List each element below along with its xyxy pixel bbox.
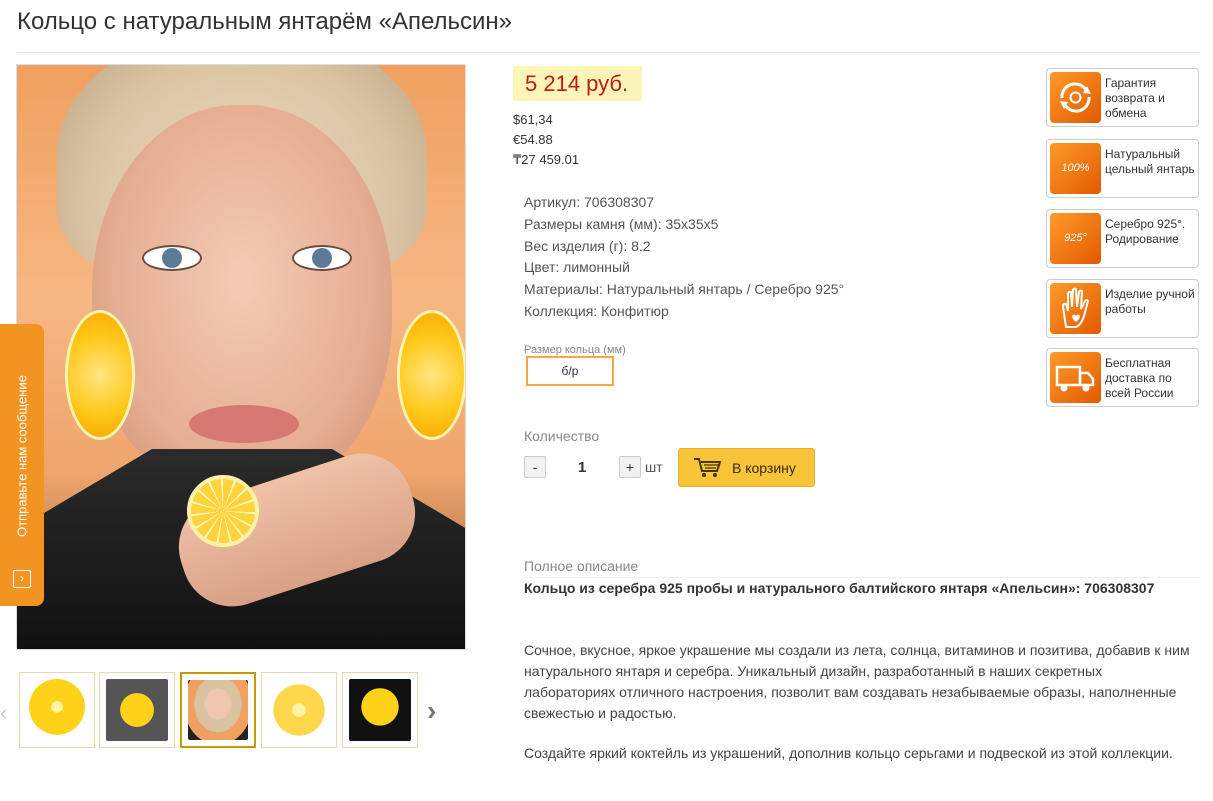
product-price: 5 214 руб. xyxy=(525,71,629,96)
property-row: Материалы: Натуральный янтарь / Серебро … xyxy=(524,281,845,298)
main-product-photo[interactable] xyxy=(16,64,466,650)
photo-eye-right xyxy=(292,245,352,271)
natural-amber-100-icon: 100% xyxy=(1050,143,1101,194)
description-paragraph: Создайте яркий коктейль из украшений, до… xyxy=(524,745,1173,761)
quantity-input[interactable] xyxy=(552,456,612,478)
price-kzt: ₸27 459.01 xyxy=(513,152,580,167)
title-divider xyxy=(17,52,1200,53)
quantity-label: Количество xyxy=(524,428,600,444)
description-heading: Кольцо из серебра 925 пробы и натурально… xyxy=(524,580,1155,596)
badge-natural-amber: 100% Натуральный цельный янтарь xyxy=(1046,139,1199,198)
property-row: Артикул: 706308307 xyxy=(524,194,655,210)
thumbnail-image xyxy=(26,679,88,741)
photo-lips xyxy=(189,405,299,443)
description-label: Полное описание xyxy=(524,558,639,574)
cart-icon xyxy=(694,458,722,477)
handmade-icon xyxy=(1050,283,1101,334)
ring-size-option[interactable]: б/р xyxy=(526,356,614,386)
add-to-cart-label: В корзину xyxy=(732,460,796,476)
thumbnail-4[interactable] xyxy=(261,672,337,748)
quantity-unit: шт xyxy=(645,459,663,475)
thumbnail-2[interactable] xyxy=(99,672,175,748)
thumbnail-image xyxy=(106,679,168,741)
add-to-cart-button[interactable]: В корзину xyxy=(678,448,815,487)
quantity-decrease-button[interactable]: - xyxy=(524,456,546,478)
delivery-truck-icon xyxy=(1050,352,1101,403)
badge-free-delivery: Бесплатная доставка по всей России xyxy=(1046,348,1199,407)
photo-earring-left xyxy=(65,310,135,440)
quantity-increase-button[interactable]: + xyxy=(619,456,641,478)
photo-earring-right xyxy=(397,310,465,440)
message-icon: › xyxy=(13,570,31,588)
thumbnail-3[interactable] xyxy=(180,672,256,748)
photo-ring xyxy=(187,475,259,547)
chevron-right-icon[interactable]: › xyxy=(427,695,436,727)
property-row: Размеры камня (мм): 35х35х5 xyxy=(524,215,719,232)
badge-text: Серебро 925°. Родирование xyxy=(1105,217,1186,246)
price-usd: $61,34 xyxy=(513,112,553,127)
property-row: Коллекция: Конфитюр xyxy=(524,302,669,319)
badge-text: Гарантия возврата и обмена xyxy=(1105,76,1165,120)
badge-text: Натуральный цельный янтарь xyxy=(1105,147,1195,176)
badge-return-exchange: Гарантия возврата и обмена xyxy=(1046,68,1199,127)
badge-text: Бесплатная доставка по всей России xyxy=(1105,356,1174,400)
thumbnail-image xyxy=(349,679,411,741)
thumbnail-image xyxy=(268,679,330,741)
thumbnail-image xyxy=(188,680,248,740)
thumbnail-5[interactable] xyxy=(342,672,418,748)
feedback-tab[interactable]: Отправьте нам сообщение › xyxy=(0,324,44,606)
property-row: Цвет: лимонный xyxy=(524,259,630,276)
badge-handmade: Изделие ручной работы xyxy=(1046,279,1199,338)
badge-text: Изделие ручной работы xyxy=(1105,287,1195,316)
thumbnail-1[interactable] xyxy=(19,672,95,748)
return-exchange-icon xyxy=(1050,72,1101,123)
page-title: Кольцо с натуральным янтарём «Апельсин» xyxy=(17,8,513,35)
silver-925-icon: 925° xyxy=(1050,213,1101,264)
property-row: Вес изделия (г): 8.2 xyxy=(524,237,651,254)
chevron-left-icon[interactable]: ‹ xyxy=(0,700,7,726)
badge-silver-925: 925° Серебро 925°. Родирование xyxy=(1046,209,1199,268)
feedback-label: Отправьте нам сообщение xyxy=(14,375,30,537)
product-properties: Артикул: 706308307 Размеры камня (мм): 3… xyxy=(524,192,844,323)
description-paragraph: Сочное, вкусное, яркое украшение мы созд… xyxy=(524,642,1190,721)
ring-size-label: Размер кольца (мм) xyxy=(524,344,626,356)
photo-eye-left xyxy=(142,245,202,271)
price-eur: €54.88 xyxy=(513,132,553,147)
